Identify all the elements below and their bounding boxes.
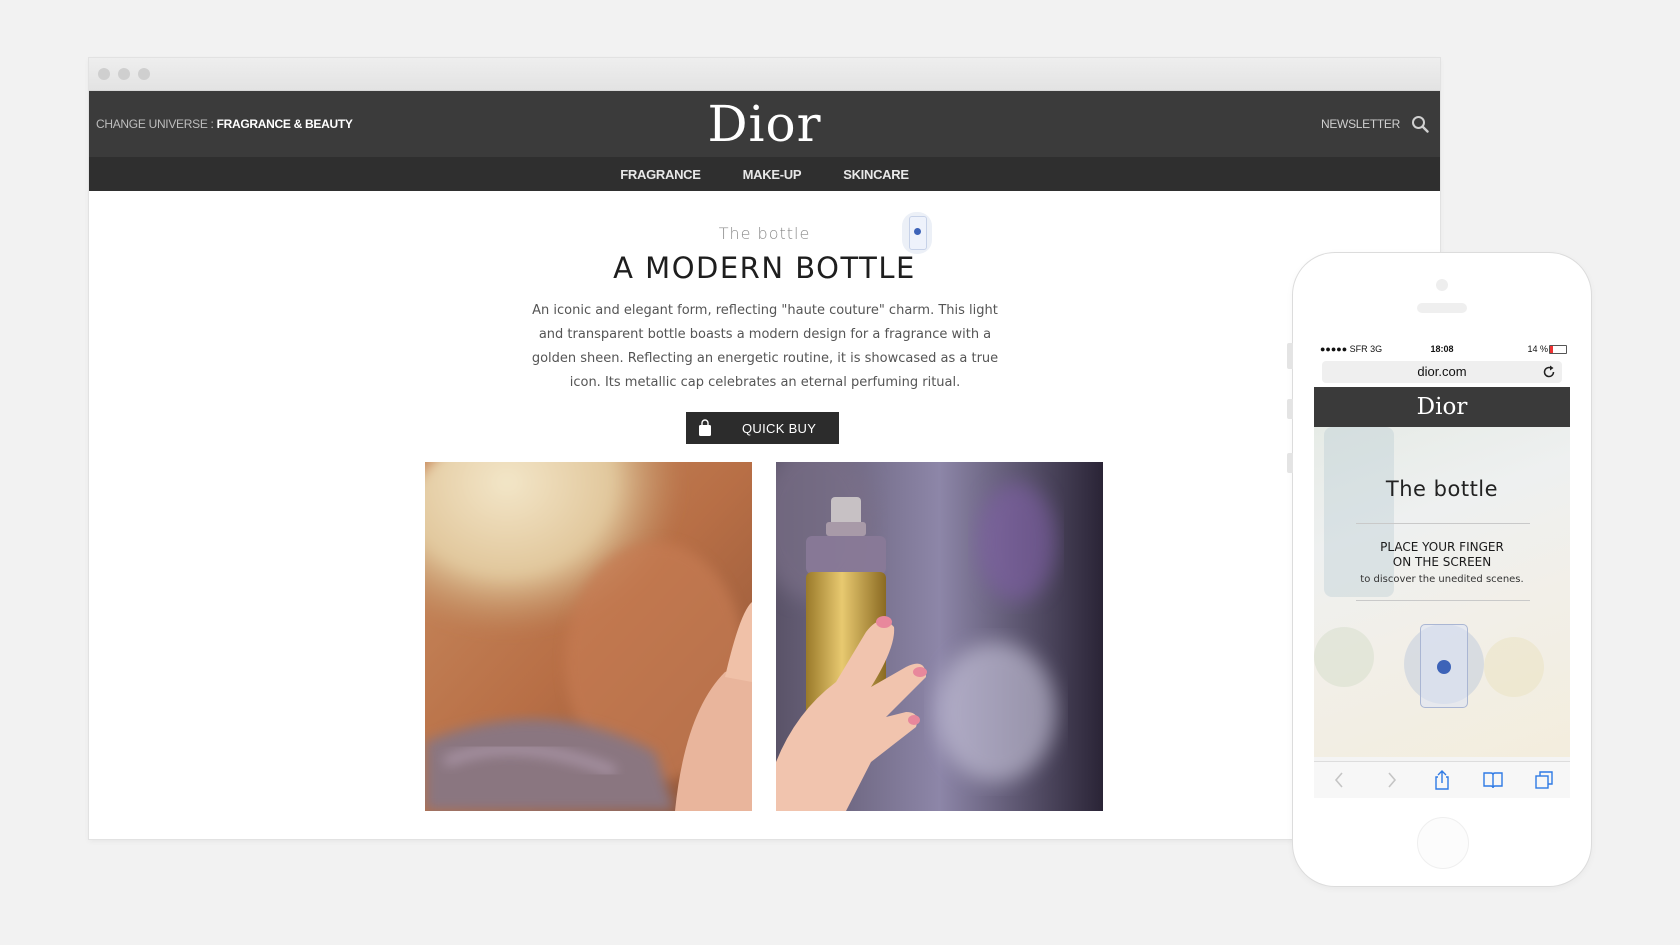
window-titlebar — [89, 58, 1440, 91]
model-photo — [425, 462, 752, 811]
chevron-left-icon[interactable] — [1329, 769, 1351, 791]
window-close-button[interactable] — [98, 68, 110, 80]
divider-top — [1356, 523, 1530, 524]
earpiece-speaker — [1417, 303, 1467, 313]
volume-down-button — [1287, 453, 1293, 473]
touch-dot — [914, 228, 921, 235]
status-bar: ●●●●● SFR 3G 18:08 14 % — [1314, 341, 1570, 357]
instruction-line-2: ON THE SCREEN — [1392, 555, 1492, 569]
safari-toolbar — [1314, 761, 1570, 798]
divider-bottom — [1356, 600, 1530, 601]
instruction-line-1: PLACE YOUR FINGER — [1380, 540, 1504, 554]
nav-item-make-up[interactable]: MAKE-UP — [743, 167, 802, 182]
desktop-browser-window: CHANGE UNIVERSE : FRAGRANCE & BEAUTY Dio… — [89, 58, 1440, 839]
volume-up-button — [1287, 399, 1293, 419]
mobile-content[interactable]: The bottle PLACE YOUR FINGER ON THE SCRE… — [1314, 427, 1570, 757]
address-bar[interactable]: dior.com — [1322, 361, 1562, 383]
main-nav: FRAGRANCE MAKE-UP SKINCARE — [89, 157, 1440, 191]
window-zoom-button[interactable] — [138, 68, 150, 80]
touch-phone-icon — [902, 212, 932, 254]
front-camera — [1436, 279, 1448, 291]
background-bottle-shape — [1324, 427, 1394, 597]
battery-percentage: 14 % — [1527, 344, 1548, 354]
nav-item-fragrance[interactable]: FRAGRANCE — [620, 167, 701, 182]
page-title: A MODERN BOTTLE — [613, 251, 916, 285]
quick-buy-button[interactable]: QUICK BUY — [686, 412, 839, 444]
instruction-hint: to discover the unedited scenes. — [1360, 574, 1524, 585]
dior-logo[interactable]: Dior — [89, 95, 1440, 153]
book-icon[interactable] — [1482, 769, 1504, 791]
chevron-right-icon[interactable] — [1380, 769, 1402, 791]
mobile-dior-logo[interactable]: Dior — [1314, 387, 1570, 427]
touch-target[interactable] — [1404, 624, 1484, 708]
home-button[interactable] — [1417, 817, 1469, 869]
battery-icon — [1549, 345, 1567, 354]
product-description: An iconic and elegant form, reflecting "… — [531, 303, 999, 390]
quick-buy-label: QUICK BUY — [742, 420, 817, 436]
search-icon[interactable] — [1411, 115, 1429, 133]
reload-icon[interactable] — [1542, 365, 1556, 379]
section-subtitle: The bottle — [718, 224, 811, 243]
safari-address-area: dior.com — [1314, 357, 1570, 387]
background-glass-shape — [1484, 637, 1544, 697]
mute-switch — [1287, 343, 1293, 369]
newsletter-link[interactable]: NEWSLETTER — [1321, 117, 1400, 131]
phone-screen: ●●●●● SFR 3G 18:08 14 % dior.com Dior Th… — [1314, 341, 1570, 798]
window-minimize-button[interactable] — [118, 68, 130, 80]
site-header: CHANGE UNIVERSE : FRAGRANCE & BEAUTY Dio… — [89, 91, 1440, 157]
shopping-bag-icon — [699, 419, 711, 436]
tabs-icon[interactable] — [1533, 769, 1555, 791]
perfume-bottle-photo — [776, 462, 1103, 811]
instruction-text: PLACE YOUR FINGER ON THE SCREEN — [1314, 540, 1570, 570]
touch-dot-icon — [1437, 660, 1451, 674]
share-icon[interactable] — [1431, 769, 1453, 791]
background-flower-shape — [1314, 627, 1374, 687]
nav-item-skincare[interactable]: SKINCARE — [843, 167, 909, 182]
iphone-device: ●●●●● SFR 3G 18:08 14 % dior.com Dior Th… — [1287, 253, 1591, 886]
mobile-section-title: The bottle — [1385, 477, 1499, 501]
main-content: The bottle A MODERN BOTTLE An iconic and… — [89, 191, 1440, 839]
